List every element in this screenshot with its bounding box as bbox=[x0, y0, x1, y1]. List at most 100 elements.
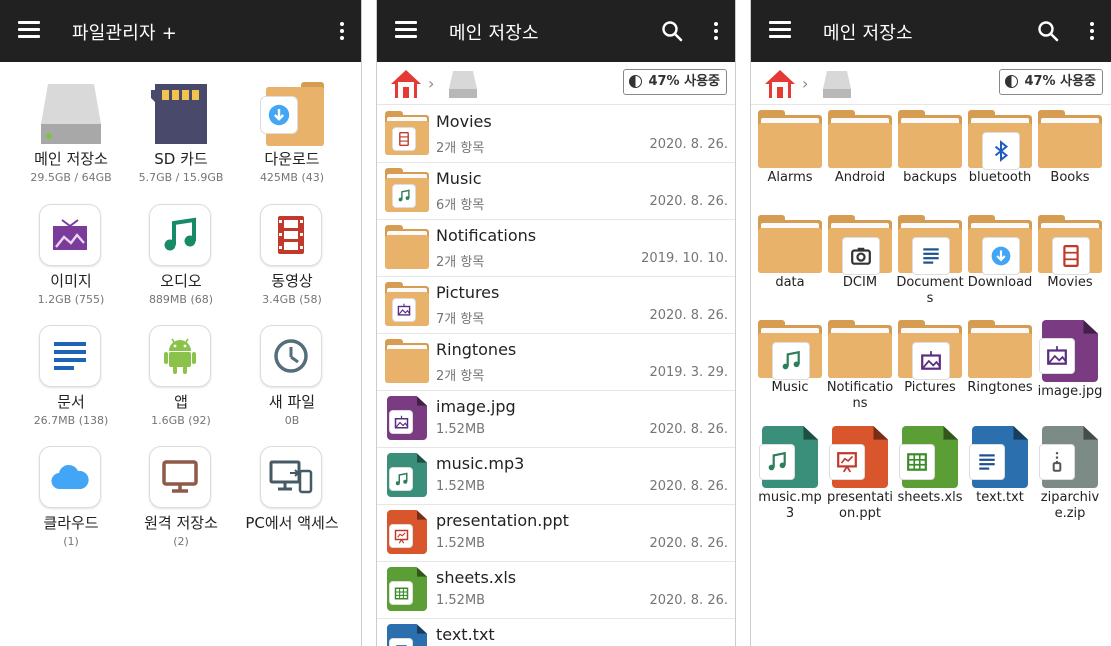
search-icon[interactable] bbox=[661, 20, 683, 42]
storage-icon[interactable] bbox=[821, 69, 853, 103]
file-item[interactable]: image.jpg bbox=[1035, 320, 1105, 400]
home-icon[interactable] bbox=[763, 68, 797, 104]
category-document[interactable]: 문서 26.7MB (138) bbox=[16, 325, 126, 427]
category-image[interactable]: 이미지 1.2GB (755) bbox=[16, 204, 126, 306]
item-label: Books bbox=[1050, 170, 1090, 185]
file-icon bbox=[759, 426, 818, 488]
camera-badge-icon bbox=[842, 237, 880, 276]
xls-badge-icon bbox=[389, 581, 413, 605]
app-bar: 파일관리자 + bbox=[0, 0, 361, 62]
folder-item[interactable]: Pictures bbox=[895, 320, 965, 396]
category-android[interactable]: 앱 1.6GB (92) bbox=[126, 325, 236, 427]
category-clock[interactable]: 새 파일 0B bbox=[237, 325, 347, 427]
grid-panel: 메인 저장소 › 47% 사용중 Alarms Android backups blu… bbox=[750, 0, 1111, 646]
item-name: Pictures bbox=[436, 283, 500, 302]
category-label: 메인 저장소 bbox=[34, 150, 108, 168]
category-size: 425MB (43) bbox=[259, 171, 325, 184]
file-item[interactable]: text.txt bbox=[965, 426, 1035, 506]
file-icon bbox=[387, 567, 427, 611]
folder-item[interactable]: Ringtones bbox=[965, 320, 1035, 396]
item-meta: 1.52MB bbox=[436, 536, 486, 551]
usage-badge[interactable]: 47% 사용중 bbox=[623, 69, 727, 95]
folder-item[interactable]: Alarms bbox=[755, 110, 825, 186]
category-size: 889MB (68) bbox=[148, 293, 214, 306]
item-label: bluetooth bbox=[968, 170, 1032, 185]
menu-icon[interactable] bbox=[395, 21, 417, 39]
list-item[interactable]: music.mp3 1.52MB 2020. 8. 26. bbox=[377, 447, 735, 505]
category-size: (1) bbox=[63, 535, 79, 548]
category-cloud[interactable]: 클라우드 (1) bbox=[16, 446, 126, 548]
text-badge-icon bbox=[912, 237, 950, 276]
item-label: Documents bbox=[896, 275, 964, 306]
item-label: data bbox=[775, 275, 805, 290]
folder-item[interactable]: Download bbox=[965, 215, 1035, 291]
menu-icon[interactable] bbox=[18, 21, 40, 39]
folder-item[interactable]: bluetooth bbox=[965, 110, 1035, 186]
list-item[interactable]: sheets.xls 1.52MB 2020. 8. 26. bbox=[377, 561, 735, 619]
item-name: Notifications bbox=[436, 226, 537, 245]
item-date: 2020. 8. 26. bbox=[649, 422, 728, 437]
folder-item[interactable]: DCIM bbox=[825, 215, 895, 291]
category-sd-card[interactable]: SD 카드 5.7GB / 15.9GB bbox=[126, 82, 236, 184]
music-badge-icon bbox=[392, 184, 416, 208]
menu-icon[interactable] bbox=[769, 21, 791, 39]
file-item[interactable]: presentation.ppt bbox=[825, 426, 895, 522]
list-item[interactable]: Pictures 7개 항목 2020. 8. 26. bbox=[377, 276, 735, 334]
category-hard-drive[interactable]: 메인 저장소 29.5GB / 64GB bbox=[16, 82, 126, 184]
category-label: 오디오 bbox=[160, 272, 202, 290]
list-item[interactable]: image.jpg 1.52MB 2020. 8. 26. bbox=[377, 390, 735, 448]
item-date: 2020. 8. 26. bbox=[649, 194, 728, 209]
monitor-icon bbox=[149, 446, 213, 510]
folder-item[interactable]: data bbox=[755, 215, 825, 291]
item-name: sheets.xls bbox=[436, 568, 517, 587]
item-date: 2019. 10. 10. bbox=[641, 251, 728, 266]
category-film[interactable]: 동영상 3.4GB (58) bbox=[237, 204, 347, 306]
file-item[interactable]: music.mp3 bbox=[755, 426, 825, 522]
category-monitor[interactable]: 원격 저장소 (2) bbox=[126, 446, 236, 548]
folder-item[interactable]: Books bbox=[1035, 110, 1105, 186]
image-badge-icon bbox=[1039, 338, 1075, 374]
folder-item[interactable]: Music bbox=[755, 320, 825, 396]
folder-item[interactable]: Notifications bbox=[825, 320, 895, 412]
more-options-icon[interactable] bbox=[339, 22, 345, 42]
search-icon[interactable] bbox=[1037, 20, 1059, 42]
download-badge-icon bbox=[260, 96, 298, 134]
item-label: presentation.ppt bbox=[826, 490, 894, 521]
more-options-icon[interactable] bbox=[1089, 22, 1095, 42]
item-date: 2020. 8. 26. bbox=[649, 137, 728, 152]
folder-item[interactable]: Documents bbox=[895, 215, 965, 307]
home-icon[interactable] bbox=[389, 68, 423, 104]
music-badge-icon bbox=[772, 342, 810, 381]
item-date: 2020. 8. 26. bbox=[649, 593, 728, 608]
category-music-note[interactable]: 오디오 889MB (68) bbox=[126, 204, 236, 306]
zip-badge-icon bbox=[1039, 444, 1075, 480]
usage-badge[interactable]: 47% 사용중 bbox=[999, 69, 1103, 95]
category-download-folder[interactable]: 다운로드 425MB (43) bbox=[237, 82, 347, 184]
folder-item[interactable]: Movies bbox=[1035, 215, 1105, 291]
list-item[interactable]: Ringtones 2개 항목 2019. 3. 29. bbox=[377, 333, 735, 391]
list-item[interactable]: Music 6개 항목 2020. 8. 26. bbox=[377, 162, 735, 220]
category-label: PC에서 액세스 bbox=[245, 514, 339, 532]
file-item[interactable]: sheets.xls bbox=[895, 426, 965, 506]
item-label: ziparchive.zip bbox=[1040, 490, 1100, 521]
category-label: 새 파일 bbox=[268, 393, 316, 411]
folder-item[interactable]: Android bbox=[825, 110, 895, 186]
category-pc-phone[interactable]: PC에서 액세스 bbox=[237, 446, 347, 535]
item-label: Music bbox=[771, 380, 809, 395]
folder-item[interactable]: backups bbox=[895, 110, 965, 186]
usage-label: 47% 사용중 bbox=[1024, 74, 1096, 89]
list-item[interactable]: Movies 2개 항목 2020. 8. 26. bbox=[377, 105, 735, 163]
list-item[interactable]: presentation.ppt 1.52MB 2020. 8. 26. bbox=[377, 504, 735, 562]
image-badge-icon bbox=[912, 342, 950, 381]
list-item[interactable]: text.txt bbox=[377, 618, 735, 646]
ppt-badge-icon bbox=[389, 524, 413, 548]
file-item[interactable]: ziparchive.zip bbox=[1035, 426, 1105, 522]
category-size: (2) bbox=[173, 535, 189, 548]
list-item[interactable]: Notifications 2개 항목 2019. 10. 10. bbox=[377, 219, 735, 277]
folder-icon bbox=[898, 320, 962, 381]
item-meta: 1.52MB bbox=[436, 593, 486, 608]
storage-icon[interactable] bbox=[447, 69, 479, 103]
more-options-icon[interactable] bbox=[713, 22, 719, 42]
item-label: Movies bbox=[1047, 275, 1093, 290]
film-badge-icon bbox=[392, 127, 416, 151]
